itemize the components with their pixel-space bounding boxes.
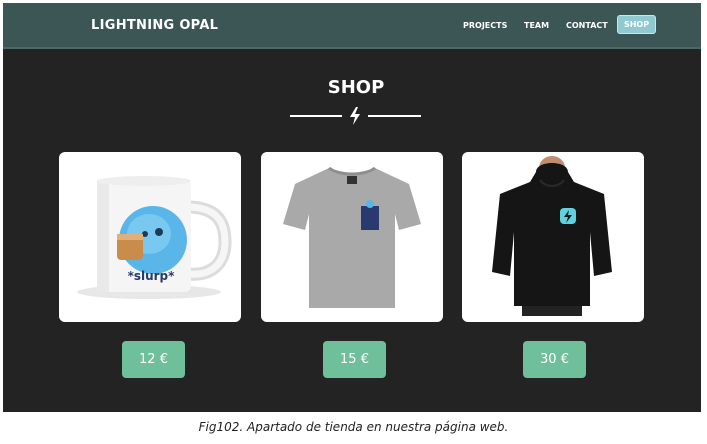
product-card-mug[interactable]: *slurp* bbox=[59, 152, 241, 322]
section-title: SHOP bbox=[327, 77, 385, 98]
price-button-tshirt[interactable]: 15 € bbox=[323, 341, 386, 378]
tshirt-image bbox=[283, 166, 421, 308]
divider-right bbox=[368, 115, 421, 117]
nav-link-contact[interactable]: CONTACT bbox=[566, 21, 608, 30]
price-button-mug[interactable]: 12 € bbox=[122, 341, 185, 378]
product-card-tshirt[interactable] bbox=[261, 152, 443, 322]
navbar: LIGHTNING OPAL PROJECTS TEAM CONTACT SHO… bbox=[3, 3, 701, 49]
brand-logo[interactable]: LIGHTNING OPAL bbox=[91, 18, 218, 33]
mug-print-text: *slurp* bbox=[128, 269, 176, 283]
hoodie-image bbox=[492, 156, 612, 316]
price-button-hoodie[interactable]: 30 € bbox=[523, 341, 586, 378]
mug-image: *slurp* bbox=[77, 176, 232, 299]
figure-caption: Fig102. Apartado de tienda en nuestra pá… bbox=[198, 420, 509, 434]
nav-link-shop[interactable]: SHOP bbox=[617, 15, 656, 34]
nav-link-projects[interactable]: PROJECTS bbox=[463, 21, 507, 30]
product-card-hoodie[interactable] bbox=[462, 152, 644, 322]
divider-left bbox=[290, 115, 342, 117]
website-screenshot: LIGHTNING OPAL PROJECTS TEAM CONTACT SHO… bbox=[3, 3, 701, 412]
nav-link-team[interactable]: TEAM bbox=[524, 21, 549, 30]
lightning-bolt-icon bbox=[350, 107, 360, 125]
